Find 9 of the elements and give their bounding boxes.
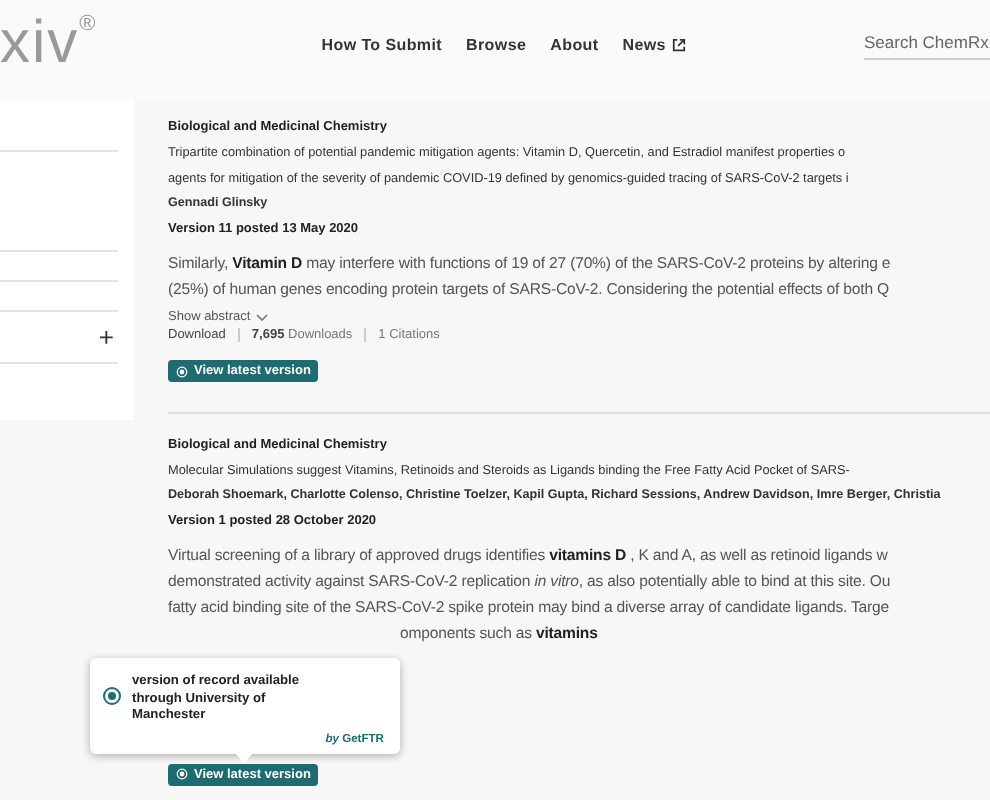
target-icon: [176, 768, 188, 780]
target-icon: [176, 365, 188, 377]
nav-link[interactable]: How To Submit: [321, 36, 443, 54]
nav-link[interactable]: About: [550, 36, 599, 54]
expand-button[interactable]: +: [98, 324, 114, 350]
nav-link[interactable]: News: [622, 36, 686, 54]
target-icon: [102, 686, 122, 706]
nav-link[interactable]: Browse: [466, 36, 527, 54]
chevron-down-icon: [256, 313, 269, 321]
